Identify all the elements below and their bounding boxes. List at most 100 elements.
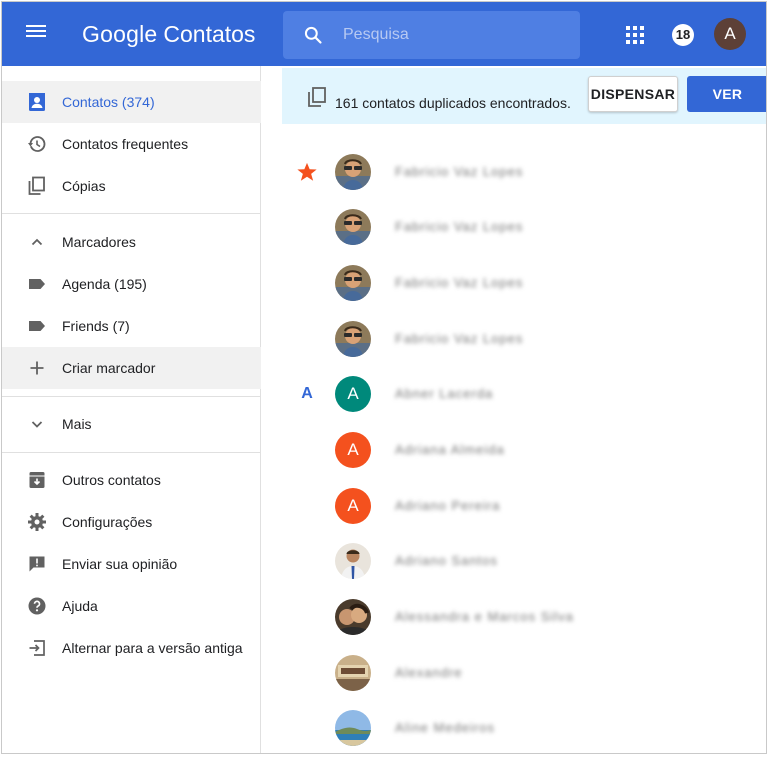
chevron-down-icon <box>31 421 43 428</box>
man-photo <box>335 543 371 579</box>
contact-name: Alexandre <box>395 665 463 680</box>
contact-row[interactable]: Fabricio Vaz Lopes <box>282 255 766 311</box>
copy-icon <box>308 87 326 107</box>
contacts-icon <box>29 93 45 111</box>
contact-row[interactable]: Alexandre <box>282 645 766 701</box>
sidebar-item-more[interactable]: Mais <box>2 403 261 445</box>
notification-badge[interactable]: 18 <box>672 24 694 46</box>
selfie-photo <box>335 209 371 245</box>
avatar <box>335 543 371 579</box>
sidebar-item-label: Criar marcador <box>62 360 156 376</box>
contact-name: Fabricio Vaz Lopes <box>395 275 524 290</box>
search-input[interactable] <box>343 23 563 47</box>
sidebar-item-label: Enviar sua opinião <box>62 556 178 572</box>
logo-product: Contatos <box>163 21 256 47</box>
beach-photo <box>335 710 371 746</box>
archive-icon <box>29 472 45 488</box>
sidebar-item-label: Cópias <box>62 178 106 194</box>
menu-icon[interactable] <box>26 22 48 44</box>
sidebar-item-label: Alternar para a versão antiga <box>62 640 243 656</box>
sidebar-item-label: Contatos frequentes <box>62 136 189 152</box>
avatar <box>335 154 371 190</box>
sidebar-item-frequent[interactable]: Contatos frequentes <box>2 123 261 165</box>
sidebar-divider <box>2 213 261 214</box>
copy-icon <box>28 176 45 195</box>
avatar <box>335 599 371 635</box>
help-icon <box>28 597 46 615</box>
sidebar-divider <box>2 452 261 453</box>
sidebar-item-feedback[interactable]: Enviar sua opinião <box>2 543 261 585</box>
dismiss-button[interactable]: DISPENSAR <box>588 76 678 112</box>
avatar <box>335 209 371 245</box>
top-app-bar: GoogleContatos 18 A <box>2 2 766 66</box>
contact-name: Fabricio Vaz Lopes <box>395 219 524 234</box>
avatar: A <box>335 488 371 524</box>
avatar <box>335 265 371 301</box>
avatar: A <box>335 432 371 468</box>
avatar <box>335 710 371 746</box>
apps-grid-icon[interactable] <box>626 26 644 44</box>
contact-row[interactable]: Adriano Santos <box>282 533 766 589</box>
duplicates-message: 161 contatos duplicados encontrados. <box>335 95 571 111</box>
sidebar-item-old-version[interactable]: Alternar para a versão antiga <box>2 627 261 669</box>
sidebar-item-other-contacts[interactable]: Outros contatos <box>2 459 261 501</box>
sidebar-item-label: Agenda (195) <box>62 276 147 292</box>
sidebar-item-labels-toggle[interactable]: Marcadores <box>2 221 261 263</box>
contact-row[interactable]: A Adriana Almeida <box>282 422 766 478</box>
selfie-photo <box>335 265 371 301</box>
sidebar-item-friends[interactable]: Friends (7) <box>2 305 261 347</box>
chevron-up-icon <box>31 238 43 246</box>
sidebar-item-create-label[interactable]: Criar marcador <box>2 347 261 389</box>
logo-google: Google <box>82 21 158 47</box>
avatar: A <box>335 376 371 412</box>
couple-photo <box>335 599 371 635</box>
contact-row[interactable]: Alessandra e Marcos Silva <box>282 589 766 645</box>
selfie-photo <box>335 321 371 357</box>
label-icon <box>29 279 45 289</box>
app-logo[interactable]: Google Contatos <box>82 19 255 49</box>
sidebar-item-label: Mais <box>62 416 92 432</box>
contact-row[interactable]: A Adriano Pereira <box>282 478 766 534</box>
contact-name: Adriana Almeida <box>395 442 505 457</box>
contact-name: Adriano Pereira <box>395 498 501 513</box>
sidebar-item-label: Contatos (374) <box>62 94 155 110</box>
sidebar-item-help[interactable]: Ajuda <box>2 585 261 627</box>
sign-photo <box>335 655 371 691</box>
gear-icon <box>28 513 46 531</box>
contact-row[interactable]: A A Abner Lacerda <box>282 366 766 422</box>
sidebar-item-agenda[interactable]: Agenda (195) <box>2 263 261 305</box>
search-icon[interactable] <box>303 25 323 45</box>
contact-name: Fabricio Vaz Lopes <box>395 331 524 346</box>
contact-row[interactable]: Fabricio Vaz Lopes <box>282 311 766 367</box>
contact-row[interactable]: Fabricio Vaz Lopes <box>282 199 766 255</box>
sidebar-item-label: Ajuda <box>62 598 98 614</box>
search-box[interactable] <box>283 11 580 59</box>
history-icon <box>28 136 46 152</box>
exit-icon <box>29 640 45 656</box>
contact-row[interactable]: Aline Medeiros <box>282 700 766 753</box>
sidebar-item-label: Marcadores <box>62 234 136 250</box>
selfie-photo <box>335 154 371 190</box>
sidebar-item-label: Outros contatos <box>62 472 161 488</box>
sidebar-item-contacts[interactable]: Contatos (374) <box>2 81 261 123</box>
sidebar-item-copies[interactable]: Cópias <box>2 165 261 207</box>
sidebar-item-settings[interactable]: Configurações <box>2 501 261 543</box>
contact-name: Aline Medeiros <box>395 720 495 735</box>
feedback-icon <box>29 556 45 572</box>
sidebar-divider <box>2 396 261 397</box>
contact-row[interactable]: Fabricio Vaz Lopes <box>282 144 766 200</box>
sidebar-item-label: Configurações <box>62 514 153 530</box>
sidebar-item-label: Friends (7) <box>62 318 130 334</box>
contact-name: Alessandra e Marcos Silva <box>395 609 574 624</box>
contact-name: Fabricio Vaz Lopes <box>395 164 524 179</box>
view-button[interactable]: VER <box>687 76 766 112</box>
contact-name: Adriano Santos <box>395 553 498 568</box>
label-icon <box>29 321 45 331</box>
account-avatar[interactable]: A <box>714 18 746 50</box>
sidebar: Contatos (374) Contatos frequentes Cópia… <box>2 66 261 753</box>
avatar <box>335 655 371 691</box>
contact-name: Abner Lacerda <box>395 386 494 401</box>
star-icon <box>297 162 317 181</box>
plus-icon <box>30 361 44 375</box>
app-window: GoogleContatos 18 A Contatos (374) Conta… <box>1 1 767 754</box>
